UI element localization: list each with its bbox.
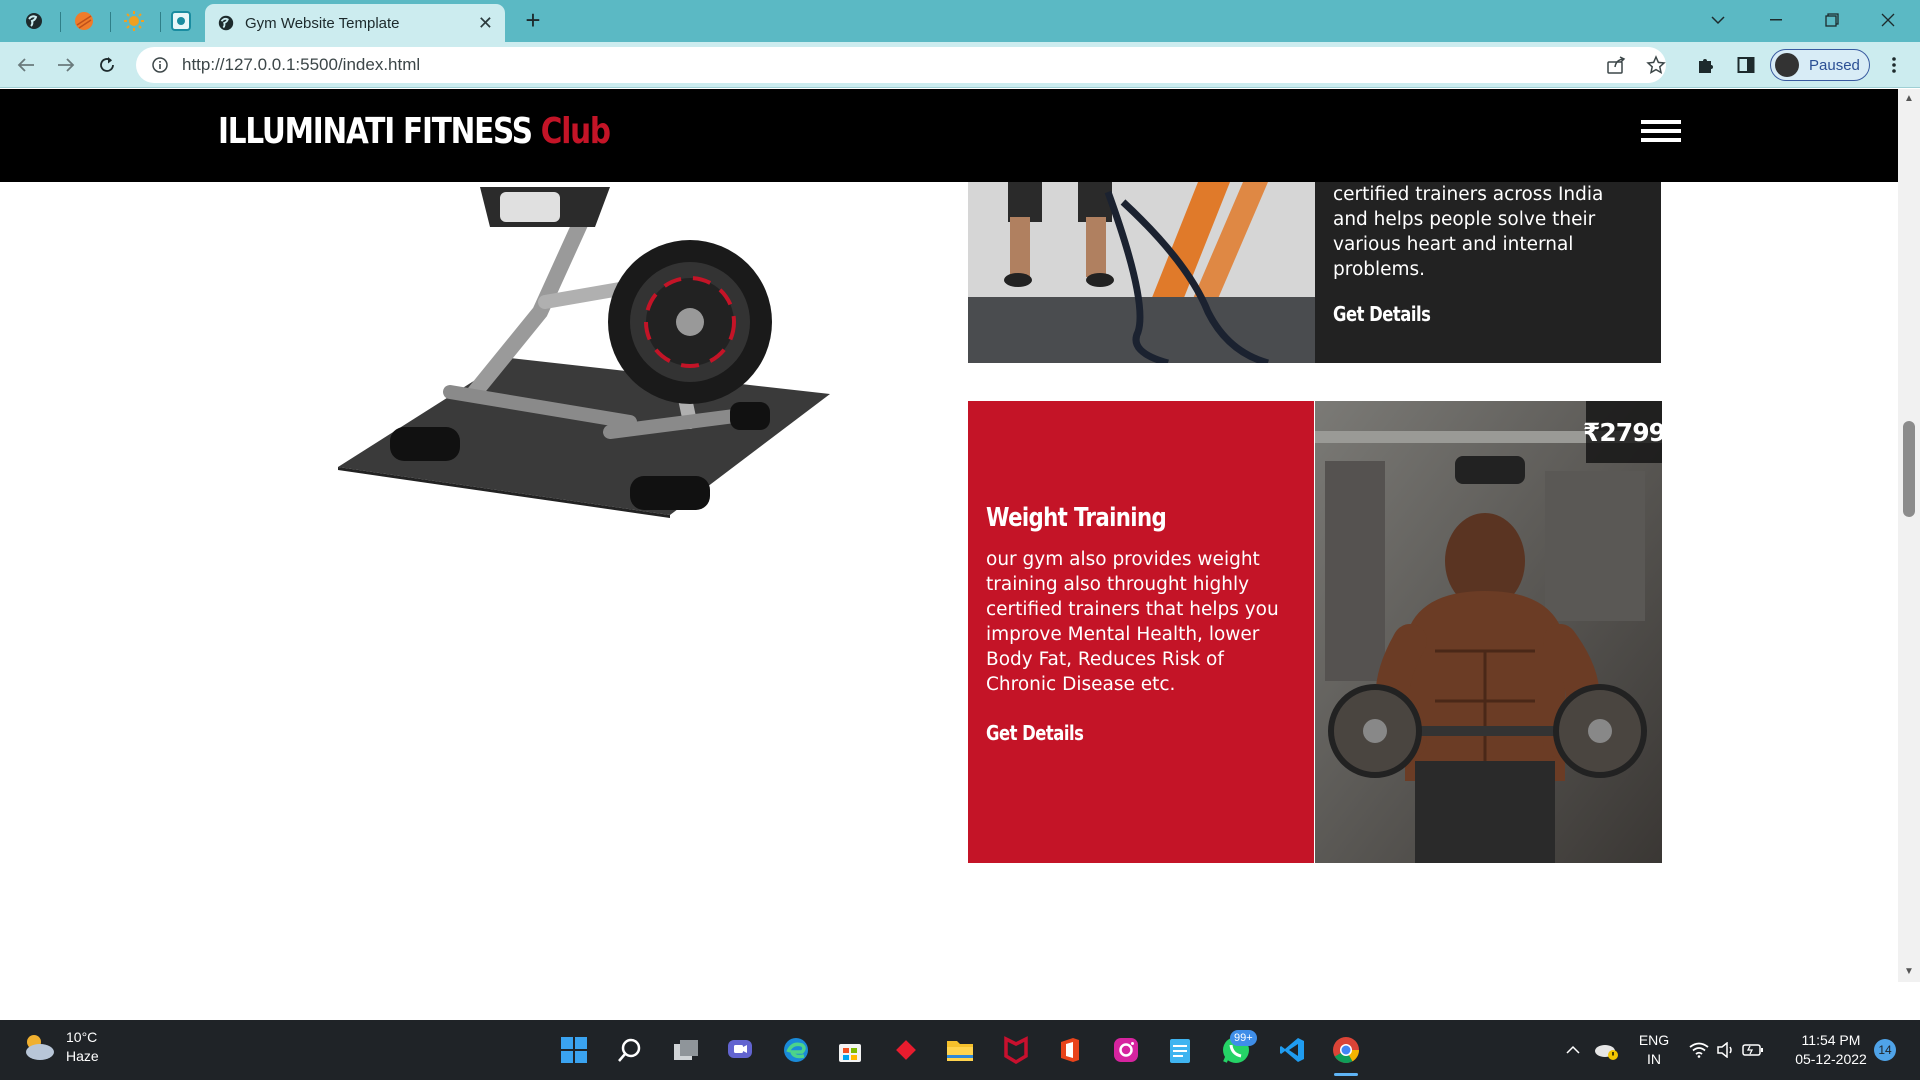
logo-accent-text: Club bbox=[540, 111, 611, 152]
notification-count-badge[interactable]: 14 bbox=[1874, 1039, 1896, 1061]
close-tab-icon[interactable]: ✕ bbox=[478, 13, 493, 34]
arrow-left-icon bbox=[17, 58, 34, 72]
avatar bbox=[1775, 53, 1799, 77]
new-tab-button[interactable]: + bbox=[518, 5, 548, 35]
card-description: our gym also provides weight training al… bbox=[986, 549, 1279, 695]
chrome-icon[interactable] bbox=[1326, 1030, 1366, 1070]
browser-toolbar: http://127.0.0.1:5500/index.html Paused bbox=[0, 42, 1920, 88]
weight-training-card-text: Weight Training our gym also provides we… bbox=[968, 401, 1314, 863]
orange-ball-icon bbox=[75, 12, 93, 30]
anydesk-icon[interactable] bbox=[886, 1030, 926, 1070]
share-icon[interactable] bbox=[1600, 49, 1632, 81]
start-windows-icon[interactable] bbox=[554, 1030, 594, 1070]
weather-widget[interactable]: 10°C Haze bbox=[20, 1028, 99, 1066]
clock[interactable]: 11:54 PM 05-12-2022 bbox=[1786, 1031, 1876, 1069]
extensions-puzzle-icon[interactable] bbox=[1690, 49, 1722, 81]
browser-tab-bar: Gym Website Template ✕ + bbox=[0, 0, 1920, 42]
app-icon bbox=[171, 11, 191, 31]
scroll-down-icon[interactable]: ▼ bbox=[1903, 966, 1915, 978]
wifi-icon[interactable] bbox=[1686, 1030, 1712, 1070]
logo-main-text: ILLUMINATI FITNESS bbox=[218, 111, 533, 152]
tab-title: Gym Website Template bbox=[245, 14, 400, 32]
edge-browser-icon[interactable] bbox=[776, 1030, 816, 1070]
language-region: IN bbox=[1647, 1051, 1661, 1067]
weather-condition: Haze bbox=[66, 1048, 99, 1064]
cloudy-weather-icon bbox=[26, 1035, 54, 1060]
exercise-bike-image bbox=[338, 187, 830, 518]
page-viewport: certified trainers across India and help… bbox=[0, 89, 1898, 982]
get-details-link[interactable]: Get Details bbox=[1333, 302, 1431, 326]
bookmark-star-icon[interactable] bbox=[1640, 49, 1672, 81]
instagram-icon[interactable] bbox=[1106, 1030, 1146, 1070]
task-view-icon[interactable] bbox=[666, 1030, 706, 1070]
globe-icon bbox=[218, 15, 234, 31]
hamburger-menu-icon[interactable] bbox=[1641, 120, 1681, 142]
forward-button[interactable] bbox=[50, 49, 82, 81]
page-scrollbar[interactable]: ▲ ▼ bbox=[1898, 89, 1920, 982]
reload-button[interactable] bbox=[91, 49, 123, 81]
side-panel-icon[interactable] bbox=[1730, 49, 1762, 81]
scrollbar-thumb[interactable] bbox=[1903, 421, 1915, 517]
active-app-indicator bbox=[1334, 1073, 1358, 1076]
temperature: 10°C bbox=[66, 1029, 98, 1045]
site-header: ILLUMINATI FITNESS Club bbox=[0, 89, 1898, 182]
notepad-icon[interactable] bbox=[1160, 1030, 1200, 1070]
arrow-right-icon bbox=[58, 58, 75, 72]
reload-icon bbox=[100, 57, 114, 72]
volume-icon[interactable] bbox=[1713, 1030, 1739, 1070]
scroll-up-icon[interactable]: ▲ bbox=[1903, 93, 1915, 105]
pinned-tab-orange[interactable] bbox=[66, 6, 102, 36]
url-text[interactable]: http://127.0.0.1:5500/index.html bbox=[182, 55, 420, 75]
get-details-link[interactable]: Get Details bbox=[986, 721, 1084, 745]
clock-date: 05-12-2022 bbox=[1795, 1051, 1867, 1067]
back-button[interactable] bbox=[10, 49, 42, 81]
weight-training-image: ₹2799 bbox=[1315, 401, 1662, 863]
file-explorer-icon[interactable] bbox=[940, 1030, 980, 1070]
info-icon[interactable] bbox=[152, 57, 168, 73]
card-heading: Weight Training bbox=[986, 503, 1167, 533]
profile-status: Paused bbox=[1809, 56, 1860, 74]
battery-icon[interactable] bbox=[1740, 1030, 1766, 1070]
battle-ropes-image bbox=[968, 182, 1315, 363]
vscode-icon[interactable] bbox=[1272, 1030, 1312, 1070]
windows-taskbar: 10°C Haze 99+ ENG IN 11:54 PM 05-12-2022… bbox=[0, 1020, 1920, 1080]
onedrive-warning-icon[interactable] bbox=[1590, 1030, 1622, 1070]
cardio-card-text: certified trainers across India and help… bbox=[1315, 182, 1661, 363]
service-card-cardio: certified trainers across India and help… bbox=[968, 182, 1661, 363]
browser-menu-icon[interactable] bbox=[1878, 49, 1910, 81]
globe-icon bbox=[26, 13, 42, 29]
whatsapp-badge: 99+ bbox=[1230, 1030, 1257, 1046]
teams-chat-icon[interactable] bbox=[720, 1030, 760, 1070]
mcafee-icon[interactable] bbox=[996, 1030, 1036, 1070]
service-card-weight-training: Weight Training our gym also provides we… bbox=[968, 401, 1662, 863]
price-badge: ₹2799 bbox=[1583, 401, 1662, 463]
clock-time: 11:54 PM bbox=[1801, 1032, 1861, 1048]
sun-icon bbox=[124, 11, 144, 31]
card-description: certified trainers across India and help… bbox=[1333, 184, 1604, 280]
close-window-button[interactable] bbox=[1860, 0, 1916, 40]
tab-gym-website[interactable]: Gym Website Template ✕ bbox=[205, 4, 505, 42]
pinned-tab-globe[interactable] bbox=[16, 6, 52, 36]
site-logo[interactable]: ILLUMINATI FITNESS Club bbox=[218, 111, 611, 152]
address-bar[interactable]: http://127.0.0.1:5500/index.html bbox=[136, 47, 1666, 83]
minimize-button[interactable] bbox=[1748, 0, 1804, 40]
profile-button[interactable]: Paused bbox=[1770, 49, 1870, 81]
microsoft-store-icon[interactable] bbox=[830, 1030, 870, 1070]
office-icon[interactable] bbox=[1050, 1030, 1090, 1070]
pinned-tab-sun[interactable] bbox=[116, 6, 152, 36]
restore-button[interactable] bbox=[1804, 0, 1860, 40]
pinned-tab-app[interactable] bbox=[163, 6, 199, 36]
show-hidden-icons-chevron[interactable] bbox=[1560, 1030, 1586, 1070]
search-icon[interactable] bbox=[610, 1030, 650, 1070]
language-code: ENG bbox=[1638, 1032, 1670, 1048]
tab-search-chevron-icon[interactable] bbox=[1690, 0, 1746, 40]
language-indicator[interactable]: ENG IN bbox=[1634, 1031, 1674, 1069]
